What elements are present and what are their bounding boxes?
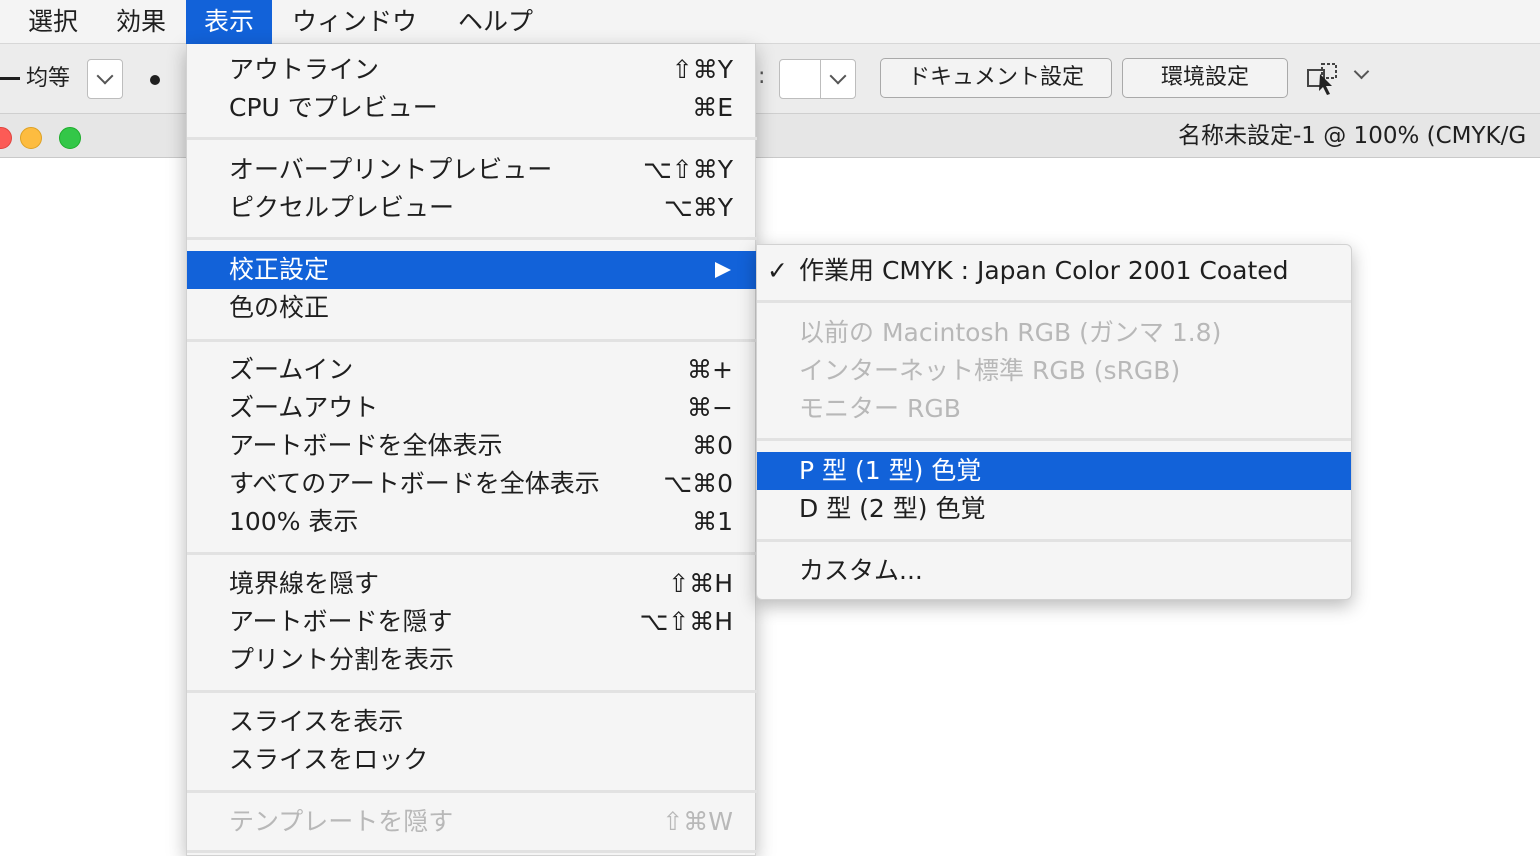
submenu-item-working-cmyk[interactable]: ✓ 作業用 CMYK : Japan Color 2001 Coated [757, 252, 1351, 290]
stroke-profile-dropdown[interactable] [87, 59, 123, 99]
menubar: 選択 効果 表示 ウィンドウ ヘルプ [0, 0, 1540, 44]
submenu-item-legacy-mac-rgb: 以前の Macintosh RGB (ガンマ 1.8) [757, 314, 1351, 352]
submenu-item-label: カスタム... [799, 556, 923, 585]
menu-item-label: プリント分割を表示 [229, 645, 455, 674]
menu-view[interactable]: 表示 [186, 0, 273, 44]
submenu-arrow-icon [715, 262, 731, 278]
menu-item-label: オーバープリントプレビュー [229, 155, 553, 184]
menu-item-label: 100% 表示 [229, 507, 359, 536]
menu-separator [187, 237, 757, 240]
window-zoom-button[interactable] [59, 127, 81, 149]
menu-item-hide-artboards[interactable]: アートボードを隠す ⌥⇧⌘H [187, 603, 757, 641]
brush-dot-icon[interactable] [150, 75, 160, 85]
menu-item-lock-slices[interactable]: スライスをロック [187, 741, 757, 779]
menu-item-label: CPU でプレビュー [229, 93, 438, 122]
menu-item-hide-edges[interactable]: 境界線を隠す ⇧⌘H [187, 565, 757, 603]
menu-item-label: スライスをロック [229, 745, 429, 774]
submenu-item-custom[interactable]: カスタム... [757, 552, 1351, 590]
menu-item-zoom-out[interactable]: ズームアウト ⌘− [187, 389, 757, 427]
menu-item-shortcut: ⇧⌘Y [671, 55, 733, 84]
menu-item-shortcut: ⌥⌘Y [663, 193, 733, 222]
menu-item-shortcut: ⌘1 [692, 507, 733, 536]
menu-item-proof-setup[interactable]: 校正設定 [187, 251, 757, 289]
window-minimize-button[interactable] [20, 127, 42, 149]
menu-item-actual-size[interactable]: 100% 表示 ⌘1 [187, 503, 757, 541]
menu-item-label: テンプレートを隠す [229, 807, 454, 836]
control-colon: : [758, 64, 766, 89]
submenu-item-label: P 型 (1 型) 色覚 [799, 456, 982, 485]
menu-item-label: スライスを表示 [229, 707, 404, 736]
stroke-line-icon [0, 77, 20, 80]
menu-item-show-slices[interactable]: スライスを表示 [187, 703, 757, 741]
menu-item-pixel-preview[interactable]: ピクセルプレビュー ⌥⌘Y [187, 189, 757, 227]
menu-item-label: ズームアウト [229, 393, 379, 422]
menu-item-shortcut: ⌥⇧⌘Y [642, 155, 733, 184]
menu-item-label: ピクセルプレビュー [229, 193, 455, 222]
menu-item-zoom-in[interactable]: ズームイン ⌘+ [187, 351, 757, 389]
stroke-profile-label: 均等 [26, 66, 71, 91]
menu-separator [187, 552, 757, 555]
submenu-item-label: インターネット標準 RGB (sRGB) [799, 356, 1181, 385]
menu-item-label: すべてのアートボードを全体表示 [229, 469, 600, 498]
menu-item-cpu-preview[interactable]: CPU でプレビュー ⌘E [187, 89, 757, 127]
submenu-item-srgb: インターネット標準 RGB (sRGB) [757, 352, 1351, 390]
menu-item-label: アートボードを全体表示 [229, 431, 503, 460]
menu-separator [757, 539, 1351, 542]
menu-item-proof-colors[interactable]: 色の校正 [187, 289, 757, 327]
menu-item-fit-artboard[interactable]: アートボードを全体表示 ⌘0 [187, 427, 757, 465]
document-title: 名称未設定-1 @ 100% (CMYK/G [1178, 123, 1527, 149]
arrange-documents-icon[interactable] [1306, 60, 1342, 96]
menu-separator [757, 438, 1351, 441]
opacity-dropdown[interactable] [820, 59, 856, 99]
menu-select[interactable]: 選択 [10, 0, 96, 44]
menu-window[interactable]: ウィンドウ [274, 0, 435, 44]
menu-item-fit-all-artboards[interactable]: すべてのアートボードを全体表示 ⌥⌘0 [187, 465, 757, 503]
submenu-item-label: 以前の Macintosh RGB (ガンマ 1.8) [799, 318, 1222, 347]
menu-separator [187, 690, 757, 693]
submenu-item-deuteranopia[interactable]: D 型 (2 型) 色覚 [757, 490, 1351, 528]
chevron-down-icon [829, 67, 847, 85]
menu-item-label: 色の校正 [229, 293, 330, 322]
submenu-item-label: D 型 (2 型) 色覚 [799, 494, 986, 523]
menu-item-shortcut: ⌥⇧⌘H [639, 607, 733, 636]
menu-item-shortcut: ⇧⌘H [668, 569, 733, 598]
menu-item-shortcut: ⇧⌘W [662, 807, 733, 836]
submenu-item-label: モニター RGB [799, 394, 961, 423]
chevron-down-icon [96, 67, 114, 85]
menu-item-outline[interactable]: アウトライン ⇧⌘Y [187, 51, 757, 89]
menu-item-label: アウトライン [229, 55, 380, 84]
menu-item-label: 境界線を隠す [229, 569, 380, 598]
menu-item-label: 校正設定 [229, 255, 330, 284]
checkmark-icon: ✓ [767, 256, 788, 285]
menu-separator [187, 790, 757, 793]
menu-item-shortcut: ⌘+ [687, 355, 733, 384]
menu-effect[interactable]: 効果 [98, 0, 184, 44]
opacity-field[interactable] [779, 59, 821, 99]
menu-item-shortcut: ⌘− [687, 393, 733, 422]
menu-item-label: ズームイン [229, 355, 354, 384]
view-menu-dropdown: アウトライン ⇧⌘Y CPU でプレビュー ⌘E オーバープリントプレビュー ⌥… [186, 44, 757, 856]
submenu-item-protanopia[interactable]: P 型 (1 型) 色覚 [757, 452, 1351, 490]
menu-item-shortcut: ⌘E [692, 93, 733, 122]
preferences-button[interactable]: 環境設定 [1122, 58, 1288, 98]
proof-setup-submenu: ✓ 作業用 CMYK : Japan Color 2001 Coated 以前の… [756, 244, 1352, 600]
menu-help[interactable]: ヘルプ [440, 0, 551, 44]
menu-item-shortcut: ⌥⌘0 [663, 469, 733, 498]
menu-item-overprint-preview[interactable]: オーバープリントプレビュー ⌥⇧⌘Y [187, 151, 757, 189]
menu-item-shortcut: ⌘0 [692, 431, 733, 460]
document-setup-button[interactable]: ドキュメント設定 [880, 58, 1112, 98]
menu-separator [187, 339, 757, 342]
submenu-item-label: 作業用 CMYK : Japan Color 2001 Coated [799, 256, 1289, 285]
menu-separator [187, 137, 757, 140]
menu-separator [187, 850, 757, 853]
menu-item-label: アートボードを隠す [229, 607, 453, 636]
menu-separator [757, 300, 1351, 303]
menu-item-hide-template: テンプレートを隠す ⇧⌘W [187, 803, 757, 841]
submenu-item-monitor-rgb: モニター RGB [757, 390, 1351, 428]
menu-item-show-print-tiling[interactable]: プリント分割を表示 [187, 641, 757, 679]
